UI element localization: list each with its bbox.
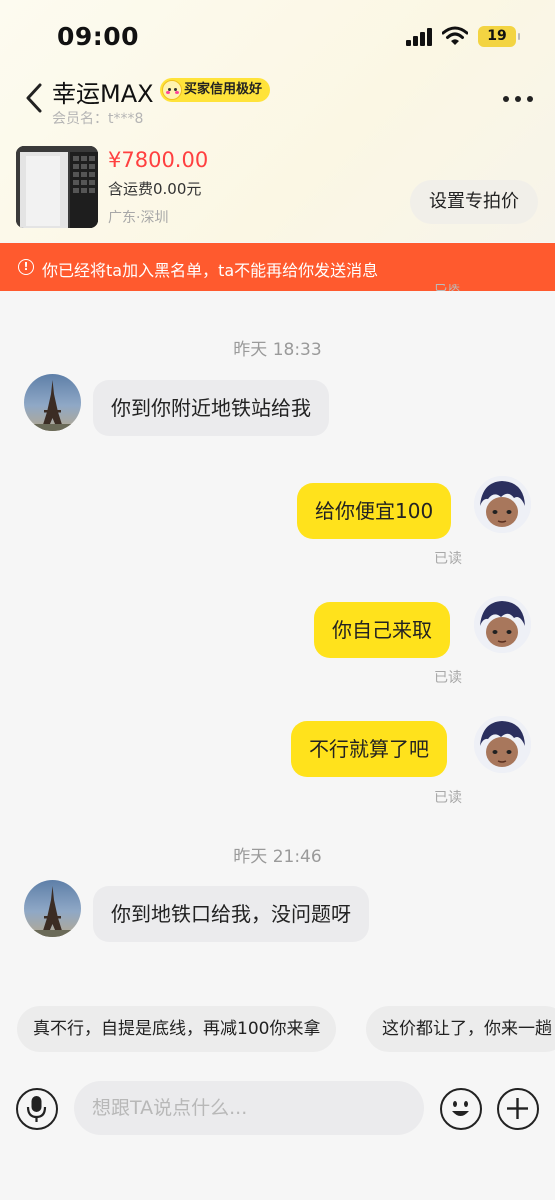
my-avatar[interactable]: [474, 476, 531, 533]
emoji-icon[interactable]: [440, 1088, 482, 1130]
status-time: 09:00: [57, 22, 140, 51]
message-incoming[interactable]: 你到地铁口给我，没问题呀: [93, 886, 369, 942]
battery-indicator: 19: [478, 26, 520, 47]
product-price: ¥7800.00: [108, 148, 209, 172]
credit-badge: 买家信用极好: [160, 78, 271, 102]
message-outgoing[interactable]: 你自己来取: [314, 602, 450, 658]
credit-badge-label: 买家信用极好: [184, 82, 263, 97]
message-input[interactable]: 想跟TA说点什么...: [74, 1081, 424, 1135]
read-status: 已读: [434, 551, 462, 567]
seller-avatar[interactable]: [24, 374, 81, 431]
my-avatar[interactable]: [474, 596, 531, 653]
plus-icon[interactable]: [497, 1088, 539, 1130]
blacklist-warning-banner: ! 你已经将ta加入黑名单，ta不能再给你发送消息: [0, 243, 555, 291]
message-outgoing[interactable]: 不行就算了吧: [291, 721, 447, 777]
seller-avatar[interactable]: [24, 880, 81, 937]
member-name: 会员名：t***8: [52, 111, 144, 127]
chevron-left-icon[interactable]: [22, 82, 48, 114]
message-incoming[interactable]: 你到你附近地铁站给我: [93, 380, 329, 436]
chat-timestamp: 昨天 21:46: [233, 847, 322, 867]
warning-text: 你已经将ta加入黑名单，ta不能再给你发送消息: [42, 261, 379, 280]
read-status: 已读: [434, 670, 462, 686]
wifi-icon: [442, 26, 468, 45]
chat-timestamp: 昨天 18:33: [233, 340, 322, 360]
more-dots-icon[interactable]: [503, 96, 533, 102]
my-avatar[interactable]: [474, 716, 531, 773]
shipping-fee: 含运费0.00元: [108, 180, 202, 198]
microphone-icon[interactable]: [16, 1088, 58, 1130]
chat-title: 幸运MAX: [52, 80, 154, 108]
product-thumbnail[interactable]: [16, 146, 98, 228]
message-outgoing[interactable]: 给你便宜100: [297, 483, 452, 539]
read-status-partial: 已读: [434, 284, 461, 294]
cellular-signal-icon: [406, 28, 434, 46]
product-location: 广东·深圳: [108, 210, 169, 226]
quick-reply-chip[interactable]: 这价都让了，你来一趟: [366, 1006, 555, 1052]
set-special-price-button[interactable]: 设置专拍价: [410, 180, 538, 224]
smiley-icon: [162, 80, 182, 100]
info-circle-icon: !: [18, 259, 34, 275]
read-status: 已读: [434, 790, 462, 806]
quick-reply-chip[interactable]: 真不行，自提是底线，再减100你来拿: [17, 1006, 337, 1052]
